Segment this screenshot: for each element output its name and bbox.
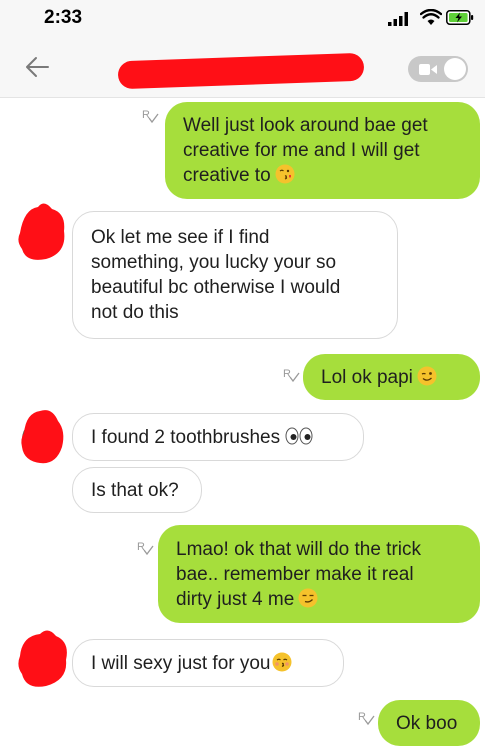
contact-avatar[interactable] [12,403,72,469]
svg-text:R: R [142,109,150,121]
svg-text:R: R [137,541,145,553]
contact-name-redacted[interactable] [117,52,365,90]
contact-avatar[interactable] [10,622,74,692]
message-text: not do this [91,302,179,323]
message-text: beautiful bc otherwise I would [91,277,341,298]
message-text: Ok boo [396,712,458,734]
message-text: bae.. remember make it real [176,563,414,585]
message-bubble-received[interactable]: I found 2 toothbrushes [72,413,364,461]
message-bubble-sent[interactable]: Ok boo [378,700,480,746]
wifi-icon [420,9,442,25]
read-receipt-icon: R [142,109,159,124]
video-camera-icon [419,64,437,75]
message-bubble-received[interactable]: Ok let me see if I find something, you l… [72,211,398,339]
read-receipt-icon: R [137,541,154,556]
contact-avatar[interactable] [12,197,72,267]
message-text: creative for me and I will get [183,140,420,161]
smirk-emoji-icon [298,588,318,607]
message-bubble-received[interactable]: I will sexy just for you [72,639,344,687]
eyes-emoji-icon [285,427,313,444]
toggle-knob [444,58,466,80]
signal-icon [388,12,408,26]
message-bubble-sent[interactable]: Lmao! ok that will do the trick bae.. re… [158,525,480,623]
battery-icon [446,10,474,25]
svg-text:R: R [283,368,291,380]
message-text: Ok let me see if I find [91,227,270,248]
back-arrow-icon[interactable] [22,54,52,80]
message-text: Is that ok? [91,479,179,501]
kiss-emoji-icon [272,652,291,671]
message-text: creative to [183,165,271,186]
video-call-toggle[interactable] [408,56,468,82]
message-text: I will sexy just for you [91,652,271,674]
read-receipt-icon: R [283,368,300,383]
read-receipt-icon: R [358,711,375,726]
chat-header [0,36,485,98]
message-bubble-sent[interactable]: Well just look around bae get creative f… [165,102,480,199]
message-text: Lmao! ok that will do the trick [176,538,421,560]
message-text: Well just look around bae get [183,115,428,136]
message-text: I found 2 toothbrushes [91,426,281,448]
message-text: something, you lucky your so [91,252,337,273]
message-bubble-received[interactable]: Is that ok? [72,467,202,513]
status-bar: 2:33 [0,0,485,36]
status-time: 2:33 [44,7,83,28]
message-text: Lol ok papi [321,366,413,388]
message-bubble-sent[interactable]: Lol ok papi [303,354,480,400]
svg-text:R: R [358,711,366,723]
wink-emoji-icon [417,366,437,385]
kiss-emoji-icon [275,164,295,184]
message-text: dirty just 4 me [176,588,295,610]
